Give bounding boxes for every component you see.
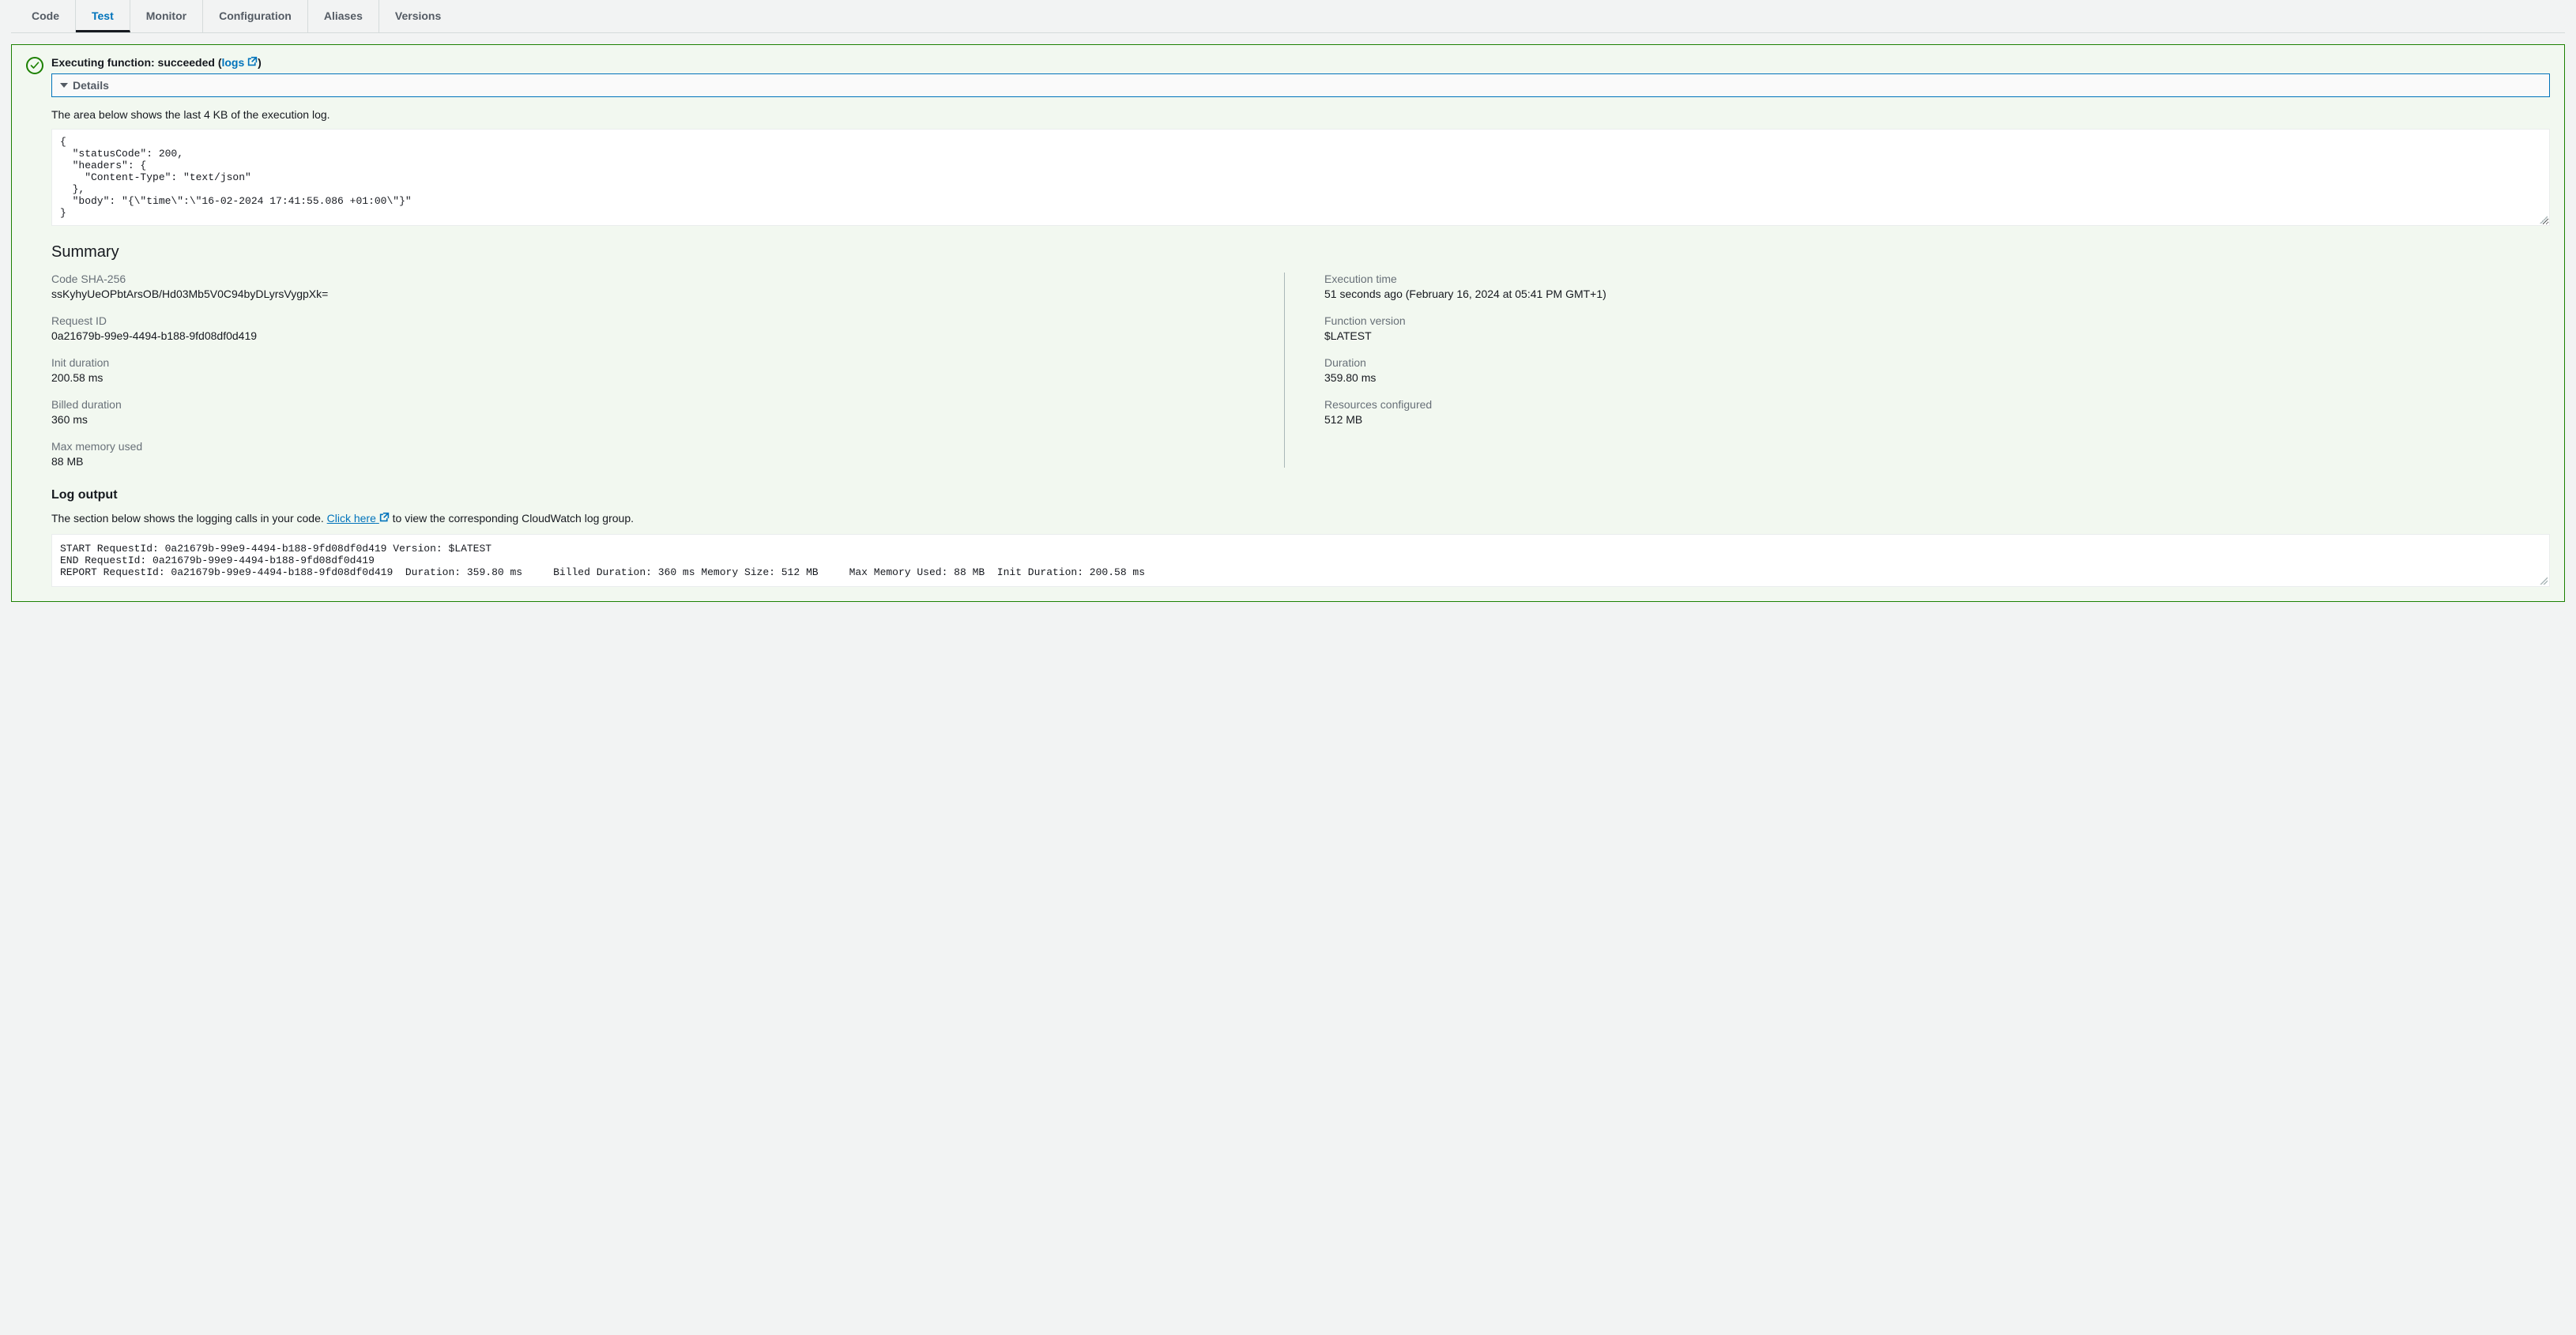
label-function-version: Function version [1324, 314, 2550, 327]
value-code-sha256: ssKyhyUeOPbtArsOB/Hd03Mb5V0C94byDLyrsVyg… [51, 288, 1252, 300]
label-duration: Duration [1324, 356, 2550, 369]
value-function-version: $LATEST [1324, 329, 2550, 342]
value-request-id: 0a21679b-99e9-4494-b188-9fd08df0d419 [51, 329, 1252, 342]
log-note-prefix: The section below shows the logging call… [51, 512, 327, 525]
value-init-duration: 200.58 ms [51, 371, 1252, 384]
log-output-heading: Log output [51, 488, 2550, 502]
kv-function-version: Function version $LATEST [1324, 314, 2550, 342]
value-max-memory: 88 MB [51, 455, 1252, 468]
log-output-content[interactable]: START RequestId: 0a21679b-99e9-4494-b188… [51, 534, 2550, 587]
execution-log-note: The area below shows the last 4 KB of th… [51, 108, 2550, 121]
summary-grid: Code SHA-256 ssKyhyUeOPbtArsOB/Hd03Mb5V0… [51, 273, 2550, 468]
kv-execution-time: Execution time 51 seconds ago (February … [1324, 273, 2550, 300]
summary-heading: Summary [51, 243, 2550, 261]
tab-versions[interactable]: Versions [379, 0, 457, 32]
value-resources: 512 MB [1324, 413, 2550, 426]
external-link-icon [379, 512, 390, 525]
result-title-prefix: Executing function: succeeded ( [51, 56, 221, 69]
kv-max-memory: Max memory used 88 MB [51, 440, 1252, 468]
label-code-sha256: Code SHA-256 [51, 273, 1252, 285]
tab-test[interactable]: Test [76, 0, 130, 32]
details-toggle[interactable]: Details [51, 73, 2550, 97]
label-request-id: Request ID [51, 314, 1252, 327]
label-billed-duration: Billed duration [51, 398, 1252, 411]
result-title: Executing function: succeeded (logs ) [51, 56, 2550, 69]
cloudwatch-link[interactable]: Click here [327, 512, 390, 525]
tab-configuration[interactable]: Configuration [203, 0, 308, 32]
kv-request-id: Request ID 0a21679b-99e9-4494-b188-9fd08… [51, 314, 1252, 342]
kv-init-duration: Init duration 200.58 ms [51, 356, 1252, 384]
tabs-bar: Code Test Monitor Configuration Aliases … [11, 0, 2565, 33]
tab-aliases[interactable]: Aliases [308, 0, 379, 32]
label-resources: Resources configured [1324, 398, 2550, 411]
execution-result-panel: Executing function: succeeded (logs ) De… [11, 44, 2565, 602]
success-check-icon [26, 57, 43, 74]
result-logs-link[interactable]: logs [221, 56, 258, 69]
label-execution-time: Execution time [1324, 273, 2550, 285]
tab-code[interactable]: Code [16, 0, 76, 32]
log-output-note: The section below shows the logging call… [51, 512, 2550, 525]
kv-billed-duration: Billed duration 360 ms [51, 398, 1252, 426]
external-link-icon [247, 56, 258, 69]
kv-resources: Resources configured 512 MB [1324, 398, 2550, 426]
kv-code-sha256: Code SHA-256 ssKyhyUeOPbtArsOB/Hd03Mb5V0… [51, 273, 1252, 300]
value-duration: 359.80 ms [1324, 371, 2550, 384]
tab-monitor[interactable]: Monitor [130, 0, 203, 32]
value-billed-duration: 360 ms [51, 413, 1252, 426]
result-title-suffix: ) [258, 56, 262, 69]
value-execution-time: 51 seconds ago (February 16, 2024 at 05:… [1324, 288, 2550, 300]
label-max-memory: Max memory used [51, 440, 1252, 453]
log-note-suffix: to view the corresponding CloudWatch log… [390, 512, 634, 525]
details-label: Details [73, 79, 109, 92]
chevron-down-icon [60, 83, 68, 88]
kv-duration: Duration 359.80 ms [1324, 356, 2550, 384]
label-init-duration: Init duration [51, 356, 1252, 369]
response-body[interactable]: { "statusCode": 200, "headers": { "Conte… [51, 129, 2550, 226]
